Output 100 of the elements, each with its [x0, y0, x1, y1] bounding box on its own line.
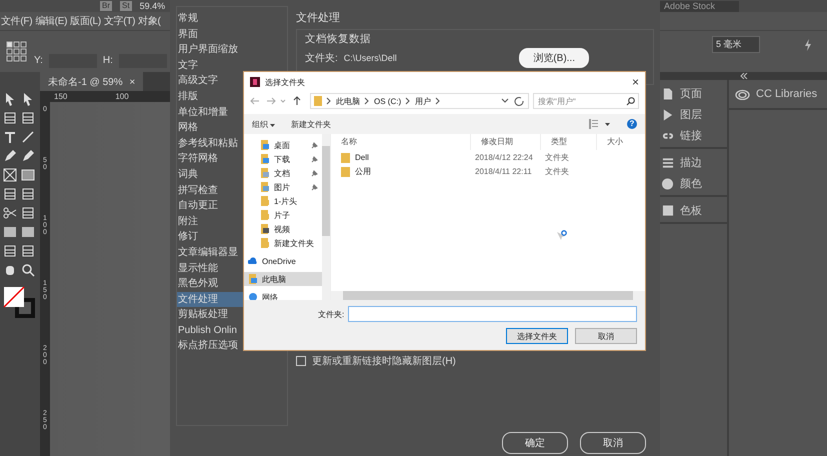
close-button[interactable]: × — [632, 75, 639, 89]
tool-icon[interactable] — [3, 225, 17, 239]
ok-button[interactable]: 确定 — [502, 432, 568, 454]
nav-icon — [260, 168, 270, 178]
category-item[interactable]: 常规 — [177, 11, 287, 27]
nav-icon — [260, 210, 270, 220]
column-header[interactable]: 修改日期 — [471, 134, 541, 150]
nav-item[interactable]: 新建文件夹 — [244, 236, 322, 250]
document-tab[interactable]: 未命名-1 @ 59% × — [40, 72, 144, 91]
nav-icon — [260, 224, 270, 234]
cancel-button[interactable]: 取消 — [575, 328, 637, 344]
folder-input[interactable] — [348, 306, 637, 322]
tool-icon[interactable] — [21, 225, 35, 239]
new-folder-button[interactable]: 新建文件夹 — [291, 118, 332, 130]
search-field[interactable]: 搜索"用户" — [533, 93, 639, 109]
tool-icon[interactable] — [3, 263, 17, 277]
libraries-icon — [735, 88, 750, 100]
close-icon[interactable]: × — [129, 77, 136, 88]
tool-icon[interactable] — [21, 244, 35, 258]
lightning-icon[interactable] — [804, 38, 812, 50]
tool-icon[interactable] — [21, 130, 35, 144]
nav-item[interactable]: 下载 — [244, 152, 322, 166]
tool-icon[interactable] — [3, 111, 17, 125]
group-title: 文档恢复数据 — [305, 32, 372, 46]
address-bar[interactable]: 此电脑 OS (C:) 用户 — [310, 93, 529, 109]
offset-field[interactable]: 5 毫米 — [712, 36, 760, 53]
panel-tab[interactable]: 色板 — [660, 203, 727, 218]
collapse-icon[interactable] — [740, 73, 748, 79]
organize-menu[interactable]: 组织 — [252, 118, 276, 130]
column-header[interactable]: 类型 — [541, 134, 597, 150]
zoom-level[interactable]: 59.4% — [140, 1, 166, 11]
browse-button[interactable]: 浏览(B)... — [519, 48, 589, 68]
nav-item[interactable]: 片子 — [244, 208, 322, 222]
tool-icon[interactable] — [3, 130, 17, 144]
libraries-tab[interactable]: CC Libraries — [729, 80, 827, 110]
panel-tab[interactable]: 图层 — [660, 107, 727, 122]
y-label: Y: — [34, 55, 43, 66]
bridge-button[interactable]: Br — [100, 1, 112, 11]
busy-cursor-icon — [557, 230, 567, 242]
category-item[interactable]: 用户界面缩放 — [177, 42, 287, 58]
nav-icon — [260, 140, 270, 150]
file-type: 文件夹 — [544, 166, 570, 177]
panel-tab[interactable]: 描边 — [660, 155, 727, 170]
panel-icon — [662, 108, 674, 122]
file-name: Dell — [355, 153, 369, 162]
file-date: 2018/4/11 22:11 — [474, 167, 533, 176]
nav-item[interactable]: 图片 — [244, 180, 322, 194]
menu-item[interactable]: 文字(T) — [104, 14, 136, 28]
select-folder-button[interactable]: 选择文件夹 — [506, 328, 568, 344]
menu-item[interactable]: 编辑(E) — [35, 14, 68, 28]
panel-icon — [662, 204, 674, 218]
tool-icon[interactable] — [21, 263, 35, 277]
tool-icon[interactable] — [21, 111, 35, 125]
view-options-icon[interactable] — [589, 119, 611, 129]
file-row[interactable]: Dell 2018/4/12 22:24 文件夹 — [331, 151, 645, 164]
h-label: H: — [102, 55, 113, 66]
fill-stroke-icon[interactable] — [3, 286, 37, 320]
nav-item[interactable]: 桌面 — [244, 138, 322, 152]
scrollbar[interactable] — [331, 291, 645, 300]
column-header[interactable]: 名称 — [331, 134, 471, 150]
checkbox[interactable] — [296, 356, 306, 366]
stock-button[interactable]: St — [120, 1, 132, 11]
file-row[interactable]: 公用 2018/4/11 22:11 文件夹 — [331, 165, 645, 178]
nav-item[interactable]: 1-片头 — [244, 194, 322, 208]
tool-icon[interactable] — [3, 187, 17, 201]
tool-icon[interactable] — [21, 187, 35, 201]
menu-item[interactable]: 文件(F) — [1, 14, 32, 28]
nav-item[interactable]: OneDrive — [244, 254, 322, 268]
panel-tab[interactable]: 链接 — [660, 128, 727, 143]
nav-item[interactable]: 文档 — [244, 166, 322, 180]
reference-point-icon[interactable] — [6, 40, 28, 62]
panel-tab[interactable]: 页面 — [660, 86, 727, 101]
folder-label: 文件夹: — [318, 308, 344, 320]
nav-icon — [260, 182, 270, 192]
column-header[interactable]: 大小 — [597, 134, 645, 150]
help-button[interactable]: ? — [627, 119, 637, 129]
folder-path: C:\Users\Dell — [344, 53, 398, 63]
category-item[interactable]: 文字 — [177, 58, 287, 74]
cancel-button[interactable]: 取消 — [580, 432, 646, 454]
file-date: 2018/4/12 22:24 — [474, 153, 534, 162]
tool-icon[interactable] — [3, 206, 17, 220]
tool-icon[interactable] — [21, 206, 35, 220]
panel-tab[interactable]: 颜色 — [660, 176, 727, 191]
tool-icon[interactable] — [21, 168, 35, 182]
nav-item[interactable]: 视频 — [244, 222, 322, 236]
checkbox-label: 更新或重新链接时隐藏新图层(H) — [312, 354, 456, 368]
menu-item[interactable]: 版面(L) — [70, 14, 101, 28]
tool-icon[interactable] — [3, 244, 17, 258]
stock-search-field[interactable]: Adobe Stock — [659, 0, 739, 12]
panel-icon — [662, 176, 674, 190]
tool-icon[interactable] — [21, 149, 35, 163]
panel-icon — [662, 156, 674, 170]
panel-icon — [662, 86, 674, 100]
category-item[interactable]: 界面 — [177, 26, 287, 42]
nav-item[interactable]: 此电脑 — [244, 272, 322, 286]
tool-icon[interactable] — [3, 168, 17, 182]
nav-icon — [248, 256, 258, 266]
tool-icon[interactable] — [3, 149, 17, 163]
nav-icon — [260, 154, 270, 164]
menu-item[interactable]: 对象( — [138, 14, 161, 28]
